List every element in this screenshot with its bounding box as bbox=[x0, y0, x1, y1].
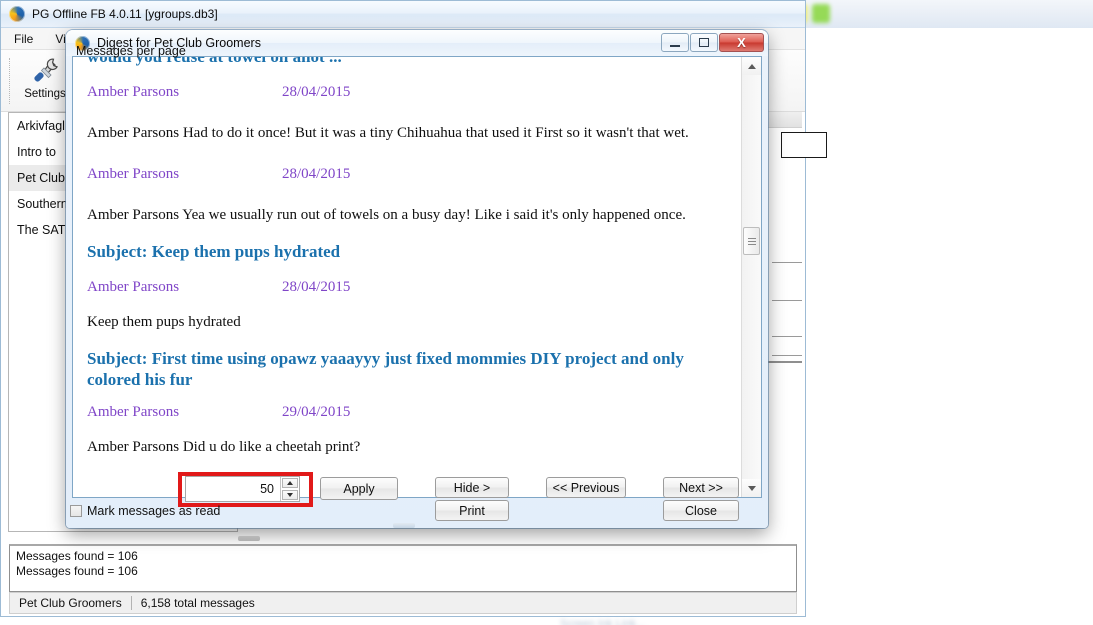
mark-messages-read-checkbox[interactable]: Mark messages as read bbox=[70, 504, 220, 518]
status-total-messages: 6,158 total messages bbox=[140, 596, 255, 610]
status-group-name: Pet Club Groomers bbox=[19, 596, 122, 610]
close-icon: X bbox=[737, 35, 746, 50]
main-titlebar: PG Offline FB 4.0.11 [ygroups.db3] bbox=[1, 1, 805, 28]
spinner-up-icon bbox=[287, 481, 293, 485]
stepper-buttons bbox=[280, 477, 299, 501]
print-button[interactable]: Print bbox=[435, 500, 509, 521]
scroll-up-arrow-icon bbox=[747, 63, 756, 69]
scroll-down-arrow-icon bbox=[747, 485, 756, 491]
message-meta: Amber Parsons 28/04/2015 bbox=[87, 83, 727, 102]
scroll-thumb[interactable] bbox=[743, 227, 760, 255]
spinner-down-icon bbox=[287, 493, 293, 497]
stepper-down-button[interactable] bbox=[282, 490, 298, 500]
settings-button[interactable]: Settings bbox=[17, 54, 73, 108]
scroll-up-button[interactable] bbox=[742, 57, 761, 75]
main-content-divider-3 bbox=[772, 336, 802, 337]
next-button[interactable]: Next >> bbox=[663, 477, 739, 498]
digest-document: would you reuse at towel on anot ... Amb… bbox=[73, 57, 741, 497]
message-subject: Subject: Keep them pups hydrated bbox=[87, 242, 341, 261]
message-author: Amber Parsons bbox=[87, 279, 180, 295]
messages-per-page-label: Messages per page bbox=[76, 44, 186, 58]
message-body: Amber Parsons Yea we usually run out of … bbox=[87, 207, 686, 223]
window-controls: X bbox=[661, 33, 764, 52]
message-date: 29/04/2015 bbox=[282, 404, 351, 420]
status-bar: Pet Club Groomers 6,158 total messages bbox=[9, 592, 797, 614]
message-subject: Subject: First time using opawz yaaayyy … bbox=[87, 349, 684, 389]
app-swirl-icon bbox=[9, 6, 25, 22]
checkbox-box[interactable] bbox=[70, 505, 82, 517]
messages-per-page-stepper[interactable]: 50 bbox=[185, 476, 300, 502]
main-content-divider-4 bbox=[772, 355, 802, 356]
log-line: Messages found = 106 bbox=[16, 564, 138, 578]
digest-dialog: Digest for Pet Club Groomers X would you… bbox=[66, 30, 768, 528]
main-content-divider-1 bbox=[772, 262, 802, 263]
message-meta: Amber Parsons 28/04/2015 bbox=[87, 165, 727, 184]
menu-item-file[interactable]: File bbox=[5, 30, 42, 48]
scroll-thumb-grip-icon bbox=[747, 236, 756, 247]
apply-button[interactable]: Apply bbox=[320, 477, 398, 500]
messages-per-page-value[interactable]: 50 bbox=[186, 477, 280, 501]
message-meta: Amber Parsons 29/04/2015 bbox=[87, 403, 727, 422]
message-date: 28/04/2015 bbox=[282, 166, 351, 182]
message-date: 28/04/2015 bbox=[282, 84, 351, 100]
toolbar-separator bbox=[9, 58, 10, 104]
previous-button[interactable]: << Previous bbox=[546, 477, 626, 498]
message-date: 28/04/2015 bbox=[282, 279, 351, 295]
message-body: Keep them pups hydrated bbox=[87, 314, 241, 330]
dialog-body: would you reuse at towel on anot ... Amb… bbox=[72, 56, 762, 498]
message-author: Amber Parsons bbox=[87, 84, 180, 100]
scroll-down-button[interactable] bbox=[742, 479, 761, 497]
close-dialog-button[interactable]: Close bbox=[663, 500, 739, 521]
dialog-vertical-scrollbar[interactable] bbox=[741, 57, 761, 497]
log-pane: Messages found = 106 Messages found = 10… bbox=[9, 544, 797, 592]
background-swatch-7 bbox=[812, 4, 830, 23]
minimize-icon bbox=[670, 44, 680, 47]
message-body: Amber Parsons Did u do like a cheetah pr… bbox=[87, 439, 361, 455]
message-author: Amber Parsons bbox=[87, 166, 180, 182]
dialog-resize-handle[interactable] bbox=[393, 523, 415, 528]
close-button[interactable]: X bbox=[719, 33, 764, 52]
hide-button[interactable]: Hide > bbox=[435, 477, 509, 498]
settings-button-label: Settings bbox=[24, 88, 66, 100]
main-content-divider-2 bbox=[772, 300, 802, 301]
message-meta: Amber Parsons 28/04/2015 bbox=[87, 278, 727, 297]
message-author: Amber Parsons bbox=[87, 404, 180, 420]
log-line: Messages found = 106 bbox=[16, 549, 138, 563]
background-ghost-text-bottom: Screen Ink Link... bbox=[560, 618, 645, 625]
message-subject: would you reuse at towel on anot ... bbox=[87, 57, 727, 67]
splitter-handle[interactable] bbox=[238, 536, 260, 541]
message-body: Amber Parsons Had to do it once! But it … bbox=[87, 125, 689, 141]
maximize-icon bbox=[699, 38, 709, 47]
tools-settings-icon bbox=[34, 58, 58, 82]
main-content-right-box bbox=[781, 132, 827, 158]
stepper-up-button[interactable] bbox=[282, 478, 298, 488]
minimize-button[interactable] bbox=[661, 33, 689, 52]
main-window-title: PG Offline FB 4.0.11 [ygroups.db3] bbox=[32, 7, 218, 21]
mark-messages-read-label: Mark messages as read bbox=[87, 504, 221, 518]
maximize-button[interactable] bbox=[690, 33, 718, 52]
